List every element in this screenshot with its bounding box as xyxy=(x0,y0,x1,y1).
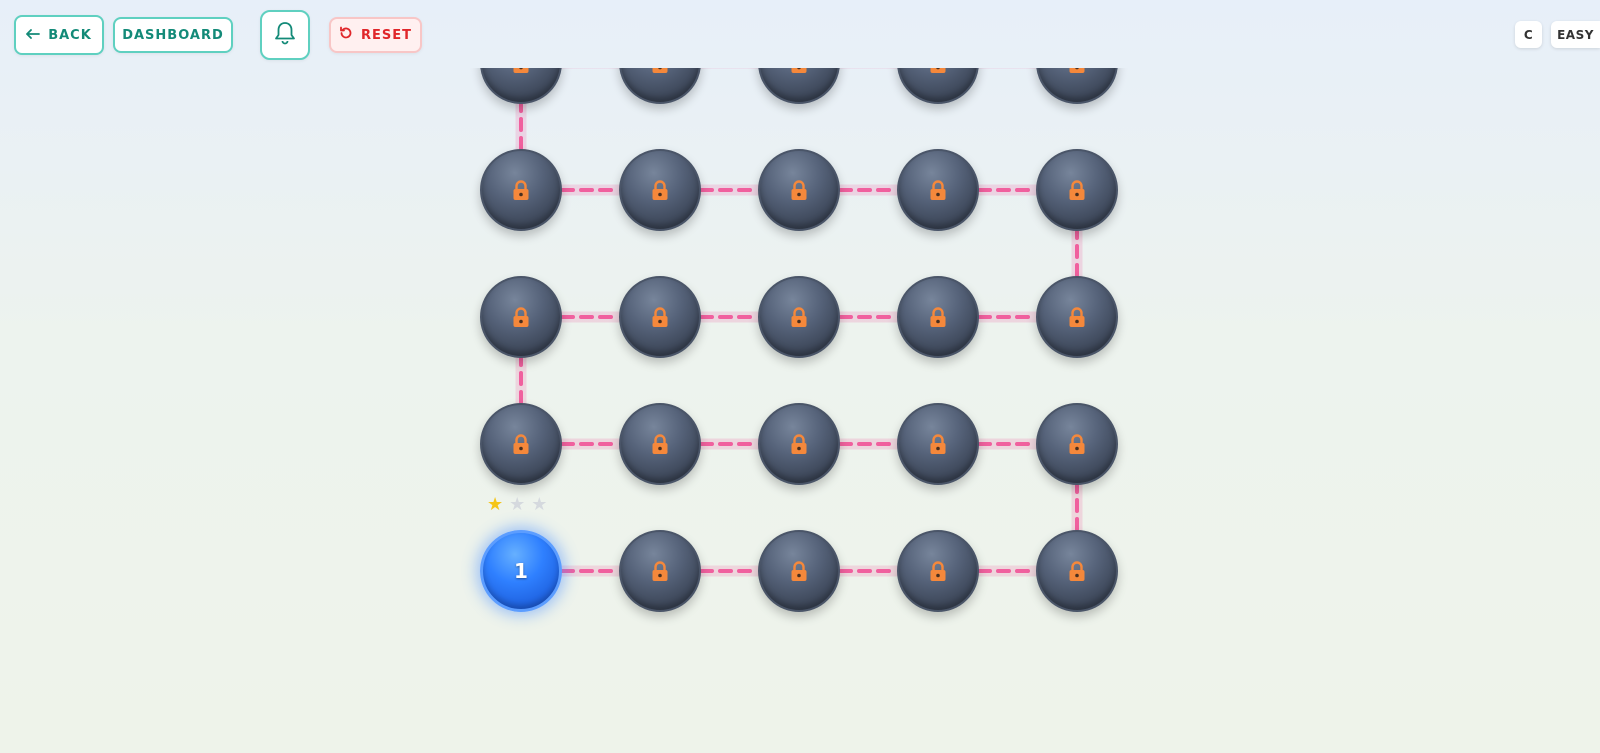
lock-icon xyxy=(930,307,946,327)
lock-icon xyxy=(930,180,946,200)
level-node-locked[interactable] xyxy=(758,530,840,612)
level-node-locked[interactable] xyxy=(1036,403,1118,485)
lock-icon xyxy=(513,434,529,454)
dashboard-button[interactable]: DASHBOARD xyxy=(113,17,233,53)
level-node-locked[interactable] xyxy=(897,403,979,485)
lock-icon xyxy=(1069,68,1085,73)
lock-icon xyxy=(791,434,807,454)
notifications-button[interactable] xyxy=(260,10,310,60)
level-stars: ★ ★ ★ xyxy=(487,496,547,514)
level-node-locked[interactable] xyxy=(897,530,979,612)
grade-badge: C xyxy=(1515,21,1542,48)
star-filled-icon: ★ xyxy=(487,494,504,515)
difficulty-badge[interactable]: EASY xyxy=(1551,21,1600,48)
bell-icon xyxy=(274,21,296,49)
lock-icon xyxy=(791,68,807,73)
level-node-locked[interactable] xyxy=(897,276,979,358)
back-label: BACK xyxy=(48,27,92,43)
lock-icon xyxy=(930,68,946,73)
lock-icon xyxy=(652,561,668,581)
lock-icon xyxy=(930,561,946,581)
level-node-locked[interactable] xyxy=(480,149,562,231)
back-button[interactable]: BACK xyxy=(14,15,104,55)
lock-icon xyxy=(1069,561,1085,581)
lock-icon xyxy=(652,180,668,200)
lock-icon xyxy=(1069,180,1085,200)
refresh-icon xyxy=(339,26,353,44)
lock-icon xyxy=(1069,434,1085,454)
level-node-locked[interactable] xyxy=(1036,530,1118,612)
level-node-locked[interactable] xyxy=(619,149,701,231)
lock-icon xyxy=(513,180,529,200)
level-node-locked[interactable] xyxy=(1036,149,1118,231)
lock-icon xyxy=(652,307,668,327)
lock-icon xyxy=(513,307,529,327)
level-number: 1 xyxy=(514,559,528,583)
level-node-locked[interactable] xyxy=(897,149,979,231)
arrow-left-icon xyxy=(26,28,41,43)
level-node-locked[interactable] xyxy=(758,149,840,231)
level-node-current[interactable]: 1 xyxy=(480,530,562,612)
lock-icon xyxy=(791,180,807,200)
level-node-locked[interactable] xyxy=(619,276,701,358)
lock-icon xyxy=(791,307,807,327)
level-node-locked[interactable] xyxy=(758,276,840,358)
lock-icon xyxy=(791,561,807,581)
reset-label: RESET xyxy=(360,27,412,43)
level-node-locked[interactable] xyxy=(619,403,701,485)
level-node-locked[interactable] xyxy=(619,530,701,612)
level-node-locked[interactable] xyxy=(758,403,840,485)
level-map: 1 ★ ★ ★ xyxy=(0,68,1600,753)
dashboard-label: DASHBOARD xyxy=(122,27,224,43)
lock-icon xyxy=(652,434,668,454)
level-node-locked[interactable] xyxy=(480,276,562,358)
lock-icon xyxy=(652,68,668,73)
top-toolbar: BACK DASHBOARD RESET C EASY xyxy=(0,0,1600,68)
lock-icon xyxy=(1069,307,1085,327)
reset-button[interactable]: RESET xyxy=(329,17,422,53)
lock-icon xyxy=(513,68,529,73)
lock-icon xyxy=(930,434,946,454)
level-node-locked[interactable] xyxy=(1036,276,1118,358)
level-node-locked[interactable] xyxy=(480,403,562,485)
star-empty-icon: ★ xyxy=(531,494,548,515)
star-empty-icon: ★ xyxy=(509,494,526,515)
